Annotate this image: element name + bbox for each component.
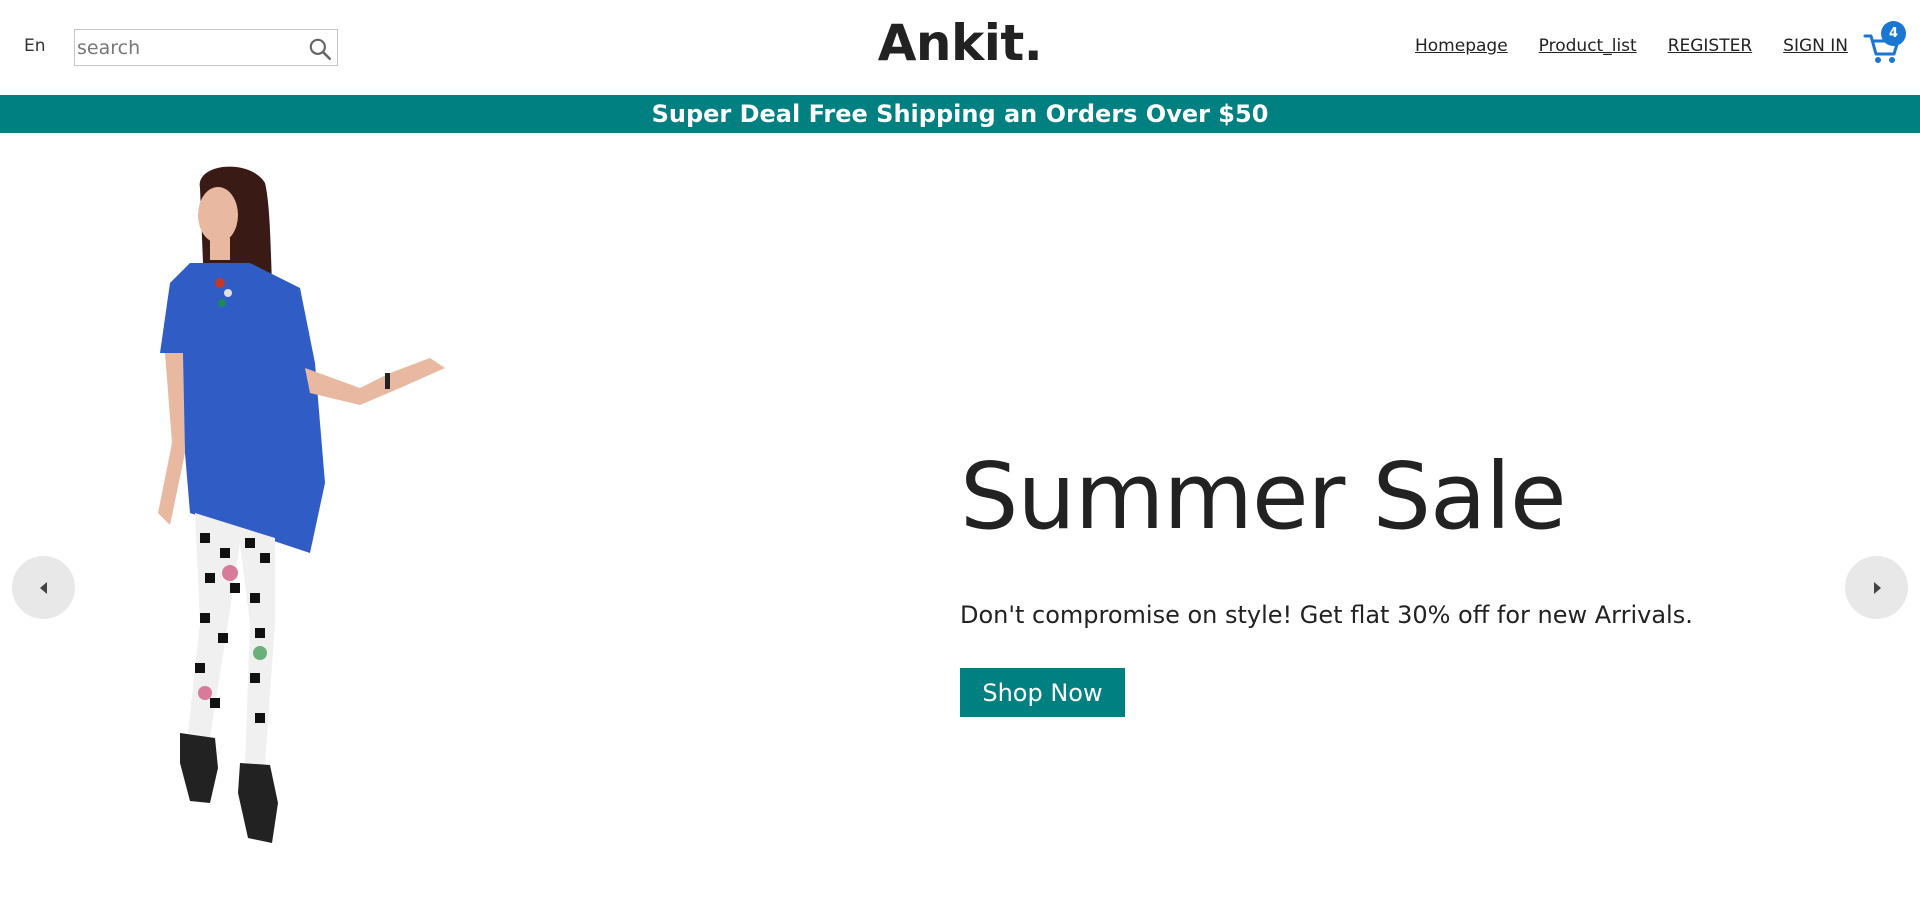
search-input[interactable] (77, 32, 297, 63)
cart-badge: 4 (1881, 21, 1906, 46)
logo-text[interactable]: Ankit. (878, 14, 1043, 72)
slider-prev-button[interactable] (12, 556, 75, 619)
nav-link-register[interactable]: REGISTER (1668, 36, 1752, 56)
slide-description: Don't compromise on style! Get flat 30% … (960, 601, 1693, 629)
navbar: En Ankit. Homepage Product_list REGISTER… (0, 0, 1920, 95)
search-container (74, 29, 338, 66)
language-selector[interactable]: En (24, 36, 46, 56)
shop-now-button[interactable]: Shop Now (960, 668, 1125, 717)
nav-menu: Homepage Product_list REGISTER SIGN IN (1415, 36, 1848, 56)
arrow-left-icon (39, 581, 47, 594)
search-icon[interactable] (307, 36, 333, 62)
nav-link-homepage[interactable]: Homepage (1415, 36, 1508, 56)
nav-link-product-list[interactable]: Product_list (1539, 36, 1637, 56)
announcement-bar: Super Deal Free Shipping an Orders Over … (0, 95, 1920, 133)
slider-next-button[interactable] (1845, 556, 1908, 619)
nav-link-sign-in[interactable]: SIGN IN (1783, 36, 1848, 56)
hero-slider: Summer Sale Don't compromise on style! G… (0, 133, 1920, 912)
slide-content: Summer Sale Don't compromise on style! G… (960, 443, 1693, 717)
arrow-right-icon (1873, 581, 1881, 594)
slide-title: Summer Sale (960, 443, 1567, 550)
hero-model-image (158, 166, 445, 843)
